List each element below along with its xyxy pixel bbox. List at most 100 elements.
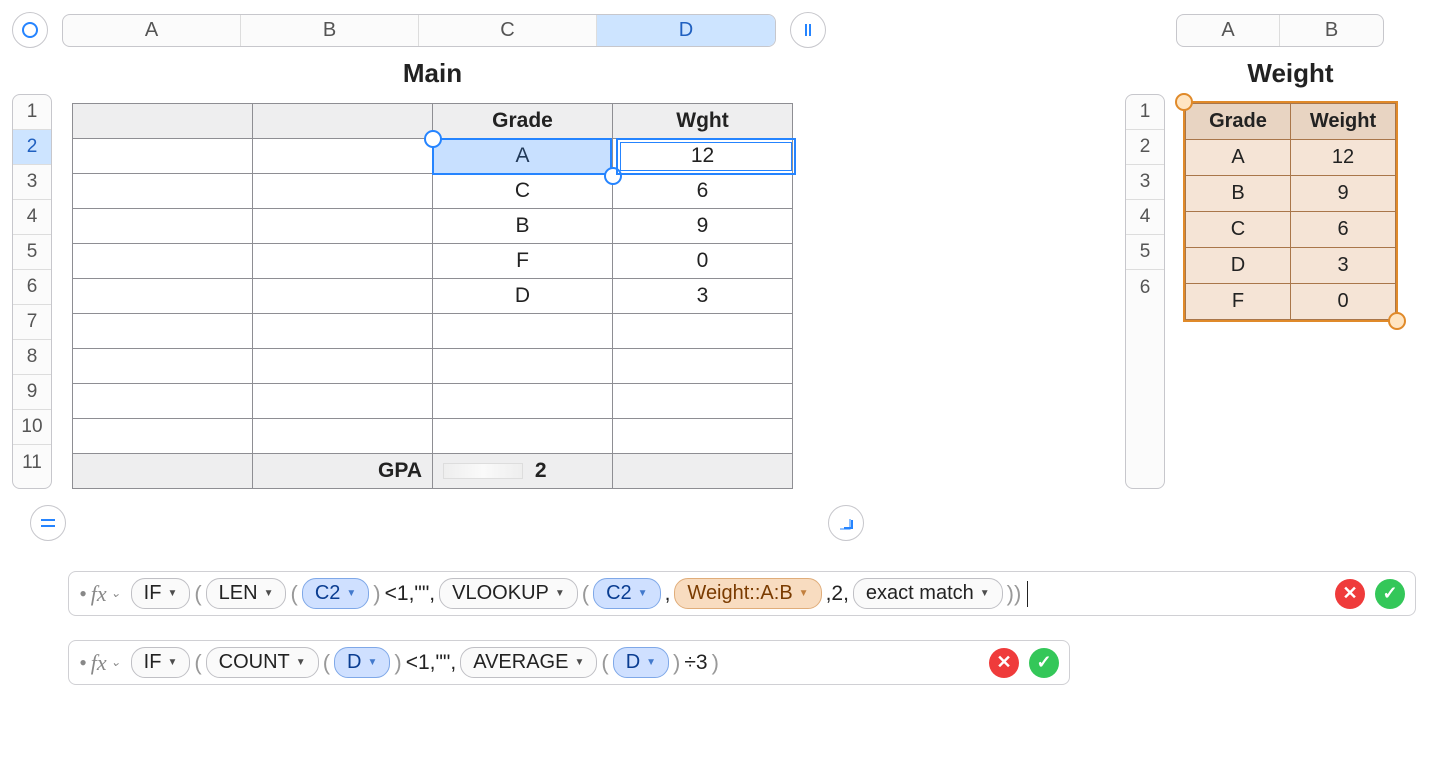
main-table-title[interactable]: Main [72,58,793,89]
cell-D11[interactable] [613,454,793,489]
add-row-handle[interactable] [30,505,66,541]
col-header-B[interactable]: B [241,15,419,46]
weight-B4[interactable]: 6 [1291,212,1396,248]
token-len[interactable]: LEN▼ [206,578,287,609]
weight-row-1[interactable]: 1 [1126,95,1164,130]
row-header-6[interactable]: 6 [13,270,51,305]
row-header-4[interactable]: 4 [13,200,51,235]
cell-D6[interactable]: 3 [613,279,793,314]
cell-B4[interactable] [253,209,433,244]
weight-table-title[interactable]: Weight [1185,58,1396,89]
formula-bar-2[interactable]: • fx ⌄ IF▼ ( COUNT▼ ( D▼ ) <1,"", AVERAG… [68,640,1070,685]
token-d-1[interactable]: D▼ [334,647,390,678]
row-header-7[interactable]: 7 [13,305,51,340]
main-header-B[interactable] [253,104,433,139]
weight-row-5[interactable]: 5 [1126,235,1164,270]
token-c2-b[interactable]: C2▼ [593,578,660,609]
main-header-C[interactable]: Grade [433,104,613,139]
token-average[interactable]: AVERAGE▼ [460,647,597,678]
row-header-1[interactable]: 1 [13,95,51,130]
cell-C8[interactable] [433,349,613,384]
main-row-headers[interactable]: 1 2 3 4 5 6 7 8 9 10 11 [12,94,52,489]
weight-header-weight[interactable]: Weight [1291,104,1396,140]
fx-icon[interactable]: • fx ⌄ [79,581,127,607]
weight-col-header-A[interactable]: A [1177,15,1280,46]
weight-B3[interactable]: 9 [1291,176,1396,212]
cell-A10[interactable] [73,419,253,454]
token-count[interactable]: COUNT▼ [206,647,319,678]
cell-C4[interactable]: B [433,209,613,244]
corner-select-circle[interactable] [12,12,48,48]
weight-A5[interactable]: D [1186,248,1291,284]
formula-accept-button[interactable]: ✓ [1029,648,1059,678]
selection-handle-c2-tl[interactable] [424,130,442,148]
cell-C3[interactable]: C [433,174,613,209]
token-d-2[interactable]: D▼ [613,647,669,678]
cell-D7[interactable] [613,314,793,349]
cell-C7[interactable] [433,314,613,349]
formula-accept-button[interactable]: ✓ [1375,579,1405,609]
cell-D4[interactable]: 9 [613,209,793,244]
row-header-11[interactable]: 11 [13,445,51,480]
main-header-D[interactable]: Wght [613,104,793,139]
resize-handle[interactable] [828,505,864,541]
row-header-3[interactable]: 3 [13,165,51,200]
weight-B5[interactable]: 3 [1291,248,1396,284]
cell-B9[interactable] [253,384,433,419]
cell-A4[interactable] [73,209,253,244]
weight-A6[interactable]: F [1186,284,1291,320]
cell-C5[interactable]: F [433,244,613,279]
weight-A3[interactable]: B [1186,176,1291,212]
cell-A7[interactable] [73,314,253,349]
token-c2[interactable]: C2▼ [302,578,369,609]
cell-B7[interactable] [253,314,433,349]
selection-handle-c2-br[interactable] [604,167,622,185]
weight-column-headers[interactable]: A B [1176,14,1384,47]
weight-header-grade[interactable]: Grade [1186,104,1291,140]
weight-B2[interactable]: 12 [1291,140,1396,176]
cell-D5[interactable]: 0 [613,244,793,279]
weight-B6[interactable]: 0 [1291,284,1396,320]
cell-B3[interactable] [253,174,433,209]
cell-A3[interactable] [73,174,253,209]
row-header-8[interactable]: 8 [13,340,51,375]
cell-B10[interactable] [253,419,433,454]
cell-C2[interactable]: A [433,139,613,174]
token-vlookup[interactable]: VLOOKUP▼ [439,578,578,609]
cell-A6[interactable] [73,279,253,314]
cell-A2[interactable] [73,139,253,174]
weight-range-handle-tl[interactable] [1175,93,1193,111]
weight-A4[interactable]: C [1186,212,1291,248]
weight-row-6[interactable]: 6 [1126,270,1164,305]
fx-icon[interactable]: • fx ⌄ [79,650,127,676]
cell-D2[interactable]: 12 [613,139,793,174]
formula-bar-1[interactable]: • fx ⌄ IF▼ ( LEN▼ ( C2▼ ) <1,"", VLOOKUP… [68,571,1416,616]
weight-row-4[interactable]: 4 [1126,200,1164,235]
weight-col-header-B[interactable]: B [1280,15,1383,46]
cell-A9[interactable] [73,384,253,419]
footer-gpa-label[interactable]: GPA [253,454,433,489]
weight-row-2[interactable]: 2 [1126,130,1164,165]
col-header-C[interactable]: C [419,15,597,46]
weight-A2[interactable]: A [1186,140,1291,176]
cell-B2[interactable] [253,139,433,174]
cell-B5[interactable] [253,244,433,279]
add-column-handle[interactable] [790,12,826,48]
weight-range-handle-br[interactable] [1388,312,1406,330]
cell-C10[interactable] [433,419,613,454]
cell-C9[interactable] [433,384,613,419]
cell-D10[interactable] [613,419,793,454]
main-table[interactable]: Grade Wght A 12 C 6 B 9 [72,103,793,489]
col-header-D[interactable]: D [597,15,775,46]
formula-cancel-button[interactable]: ✕ [1335,579,1365,609]
cell-B6[interactable] [253,279,433,314]
row-header-2[interactable]: 2 [13,130,51,165]
weight-row-3[interactable]: 3 [1126,165,1164,200]
formula-cancel-button[interactable]: ✕ [989,648,1019,678]
cell-D3[interactable]: 6 [613,174,793,209]
weight-table[interactable]: Grade Weight A12 B9 C6 D3 F0 [1185,103,1396,320]
row-header-10[interactable]: 10 [13,410,51,445]
cell-A8[interactable] [73,349,253,384]
cell-A5[interactable] [73,244,253,279]
row-header-9[interactable]: 9 [13,375,51,410]
